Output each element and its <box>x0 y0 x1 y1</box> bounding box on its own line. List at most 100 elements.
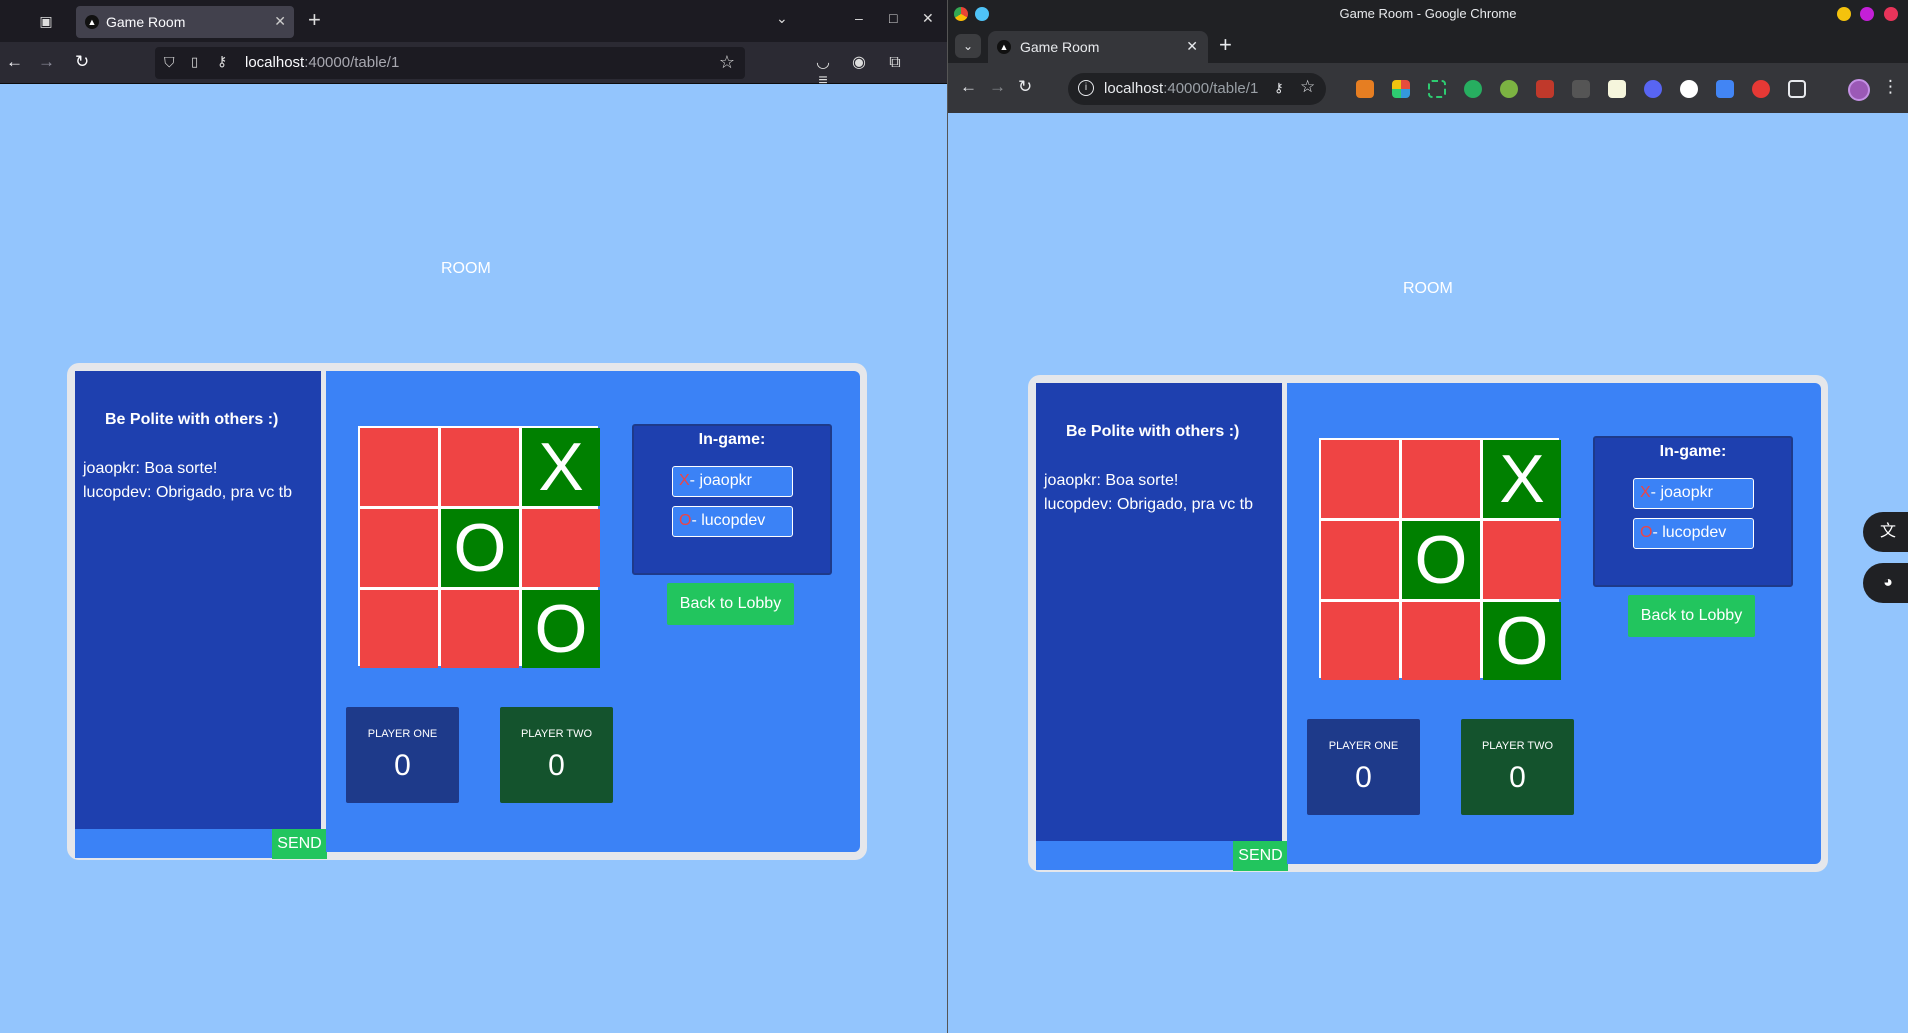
score-label: PLAYER TWO <box>1481 740 1554 752</box>
new-tab-button[interactable]: + <box>1219 32 1232 58</box>
extension-icon[interactable] <box>1464 80 1482 98</box>
url-bar[interactable]: i localhost:40000/table/1 ⚷ ☆ <box>1068 73 1326 105</box>
new-tab-button[interactable]: + <box>308 8 321 32</box>
favicon-icon: ▲ <box>997 40 1011 54</box>
board-cell[interactable] <box>1321 602 1399 680</box>
chat-input[interactable] <box>75 829 272 858</box>
tab-game-room[interactable]: ▲ Game Room ✕ <box>988 31 1208 63</box>
chat-messages: joaopkr: Boa sorte! lucopdev: Obrigado, … <box>83 457 292 505</box>
shield-icon[interactable]: ⛉ <box>164 54 175 71</box>
board-cell[interactable]: O <box>441 509 519 587</box>
back-icon[interactable]: ← <box>960 77 977 97</box>
back-to-lobby-button[interactable]: Back to Lobby <box>1628 595 1755 637</box>
translate-icon[interactable]: 文 <box>1863 512 1908 552</box>
board-cell[interactable]: O <box>522 590 600 668</box>
assistant-widget-icon[interactable]: ◕ <box>1863 563 1908 603</box>
game-panel: Be Polite with others :) joaopkr: Boa so… <box>1028 375 1828 872</box>
menu-icon[interactable]: ⋮ <box>1882 77 1899 97</box>
player-two-score: PLAYER TWO 0 <box>1461 719 1574 815</box>
board-cell[interactable] <box>360 509 438 587</box>
minimize-icon[interactable]: – <box>855 10 863 26</box>
close-tab-icon[interactable]: ✕ <box>274 13 286 30</box>
account-icon[interactable]: ◉ <box>841 52 877 72</box>
player-o-name: - lucopdev <box>1652 524 1727 541</box>
reload-icon[interactable]: ↻ <box>1018 77 1032 97</box>
tab-bar: ▣ ▲ Game Room ✕ + ⌄ – □ ✕ <box>0 0 947 42</box>
extension-icon[interactable] <box>1572 80 1590 98</box>
board-cell[interactable] <box>522 509 600 587</box>
chat-input[interactable] <box>1036 841 1233 870</box>
page-icon[interactable]: ▯ <box>191 54 198 70</box>
send-button[interactable]: SEND <box>272 829 327 859</box>
extension-icon[interactable] <box>1680 80 1698 98</box>
chat-message: lucopdev: Obrigado, pra vc tb <box>1044 496 1254 513</box>
forward-icon[interactable]: → <box>989 77 1006 97</box>
bookmark-star-icon[interactable]: ☆ <box>1300 77 1315 97</box>
extension-icon[interactable] <box>1608 80 1626 98</box>
board-cell[interactable] <box>360 590 438 668</box>
chat-message: joaopkr: Boa sorte! <box>83 460 218 477</box>
ingame-title: In-game: <box>698 431 766 448</box>
board-cell[interactable] <box>1402 602 1480 680</box>
close-window-icon[interactable] <box>1884 7 1898 21</box>
extension-icon[interactable] <box>1752 80 1770 98</box>
extensions-icon[interactable]: ⧉ <box>877 54 913 72</box>
player-one-score: PLAYER ONE 0 <box>1307 719 1420 815</box>
send-button[interactable]: SEND <box>1233 841 1288 871</box>
extension-icon[interactable] <box>1644 80 1662 98</box>
extension-icon[interactable] <box>1428 80 1446 98</box>
board-cell[interactable]: X <box>1483 440 1561 518</box>
extension-icon[interactable] <box>1716 80 1734 98</box>
url-text: localhost:40000/table/1 <box>245 54 400 71</box>
board-cell[interactable]: O <box>1402 521 1480 599</box>
board-cell[interactable] <box>1402 440 1480 518</box>
extension-icon[interactable] <box>1500 80 1518 98</box>
player-x-name: - joaopkr <box>1650 484 1713 501</box>
board-cell[interactable]: O <box>1483 602 1561 680</box>
player-o-name: - lucopdev <box>691 512 766 529</box>
url-bar[interactable]: ⛉ ▯ ⚷ localhost:40000/table/1 ☆ <box>155 47 745 79</box>
board-cell[interactable] <box>1321 521 1399 599</box>
password-key-icon[interactable]: ⚷ <box>1274 80 1284 96</box>
tab-overview-icon[interactable]: ▣ <box>36 11 56 31</box>
key-icon[interactable]: ⚷ <box>217 53 227 70</box>
close-tab-icon[interactable]: ✕ <box>1186 38 1198 55</box>
extension-icon[interactable] <box>1356 80 1374 98</box>
list-tabs-icon[interactable]: ⌄ <box>776 10 788 27</box>
tab-game-room[interactable]: ▲ Game Room ✕ <box>76 6 294 38</box>
site-info-icon[interactable]: i <box>1078 80 1094 96</box>
url-text: localhost:40000/table/1 <box>1104 80 1259 97</box>
minimize-icon[interactable] <box>1837 7 1851 21</box>
board-cell[interactable] <box>1483 521 1561 599</box>
board-cell[interactable] <box>441 590 519 668</box>
game-area: X O O In-game: X- joaopkr O- lucopdev Ba… <box>326 371 860 852</box>
o-mark-icon: O <box>1640 524 1653 541</box>
forward-icon[interactable]: → <box>38 52 55 72</box>
board-cell[interactable] <box>360 428 438 506</box>
score-value: 0 <box>394 749 411 782</box>
extension-icon[interactable] <box>1536 80 1554 98</box>
extension-icon[interactable] <box>1392 80 1410 98</box>
pocket-icon[interactable]: ◡ <box>805 52 841 72</box>
player-x-box: X- joaopkr <box>1633 478 1754 509</box>
board-cell[interactable] <box>441 428 519 506</box>
profile-avatar[interactable] <box>1848 79 1870 101</box>
back-to-lobby-button[interactable]: Back to Lobby <box>667 583 794 625</box>
board-cell[interactable] <box>1321 440 1399 518</box>
ingame-title: In-game: <box>1659 443 1727 460</box>
nav-toolbar: ← → ↻ ⛉ ▯ ⚷ localhost:40000/table/1 ☆ ◡ ◉… <box>0 42 947 89</box>
maximize-icon[interactable] <box>1860 7 1874 21</box>
page-viewport: ROOM Be Polite with others :) joaopkr: B… <box>0 84 947 1033</box>
tic-tac-toe-board: X O O <box>1319 438 1561 680</box>
tab-title: Game Room <box>1020 39 1100 55</box>
close-window-icon[interactable]: ✕ <box>922 10 934 27</box>
reload-icon[interactable]: ↻ <box>75 52 89 72</box>
bookmark-star-icon[interactable]: ☆ <box>719 52 735 73</box>
back-icon[interactable]: ← <box>6 52 23 72</box>
chrome-window: Game Room - Google Chrome ⌄ ▲ Game Room … <box>948 0 1908 1033</box>
extensions-puzzle-icon[interactable] <box>1788 80 1806 98</box>
board-cell[interactable]: X <box>522 428 600 506</box>
tab-search-icon[interactable]: ⌄ <box>955 34 981 58</box>
maximize-icon[interactable]: □ <box>889 10 897 26</box>
title-bar: Game Room - Google Chrome <box>948 0 1908 27</box>
